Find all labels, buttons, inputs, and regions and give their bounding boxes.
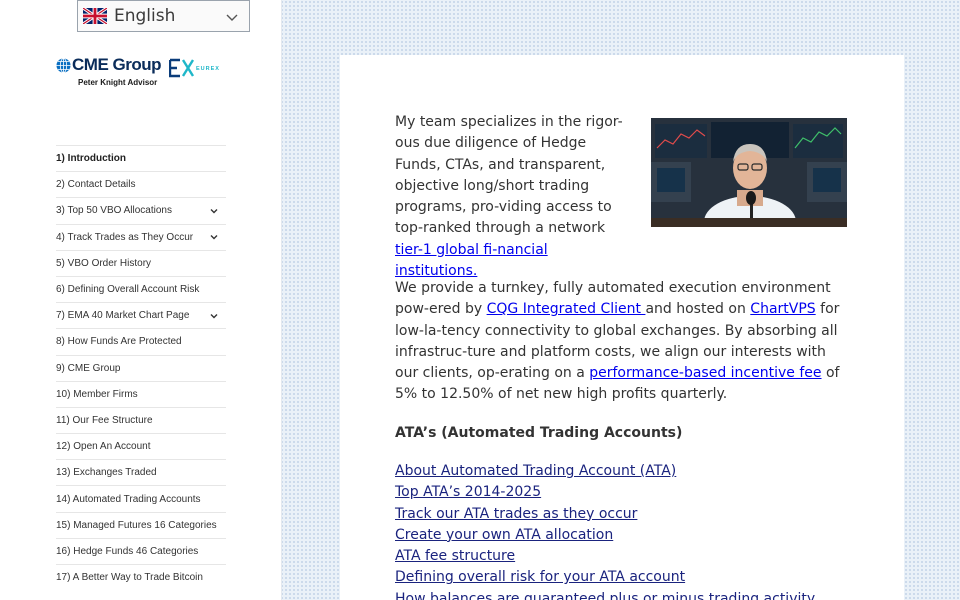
sidebar-nav-item[interactable]: 16) Hedge Funds 46 Categories xyxy=(56,537,226,564)
sidebar-nav-item-label: 6) Defining Overall Account Risk xyxy=(56,284,200,296)
sidebar-nav-item-label: 3) Top 50 VBO Allocations xyxy=(56,205,172,217)
language-label: English xyxy=(114,6,176,26)
ata-link[interactable]: Track our ATA trades as they occur xyxy=(395,506,637,522)
ata-link-row: How balances are guaranteed plus or minu… xyxy=(395,589,851,600)
sidebar-nav-item[interactable]: 6) Defining Overall Account Risk xyxy=(56,275,226,302)
sidebar-nav-item[interactable]: 1) Introduction xyxy=(56,145,226,171)
tier1-institutions-link[interactable]: tier-1 global fi-nancial institutions. xyxy=(395,242,548,279)
ata-link[interactable]: ATA fee structure xyxy=(395,548,515,564)
ata-link-row: About Automated Trading Account (ATA) xyxy=(395,461,851,482)
ata-link[interactable]: Create your own ATA allocation xyxy=(395,527,613,543)
ata-link-row: Create your own ATA allocation xyxy=(395,525,851,546)
submenu-toggle-chevron-icon[interactable] xyxy=(204,306,224,326)
sidebar-nav-item[interactable]: 3) Top 50 VBO Allocations xyxy=(56,197,226,223)
intro-paragraph: My team specializes in the rigor-ous due… xyxy=(395,112,633,282)
cqg-link[interactable]: CQG Integrated Client xyxy=(487,301,646,317)
uk-flag-icon xyxy=(83,8,107,24)
sidebar-nav-item[interactable]: 13) Exchanges Traded xyxy=(56,459,226,485)
sidebar-nav-item-label: 10) Member Firms xyxy=(56,388,138,400)
sidebar-nav-item[interactable]: 4) Track Trades as They Occur xyxy=(56,223,226,250)
eurex-logo-icon: EUREX xyxy=(169,58,220,78)
sidebar-nav-item-label: 13) Exchanges Traded xyxy=(56,467,157,479)
sidebar-nav-item[interactable]: 12) Open An Account xyxy=(56,433,226,459)
eurex-logo-text: EUREX xyxy=(196,66,220,72)
intro-text: My team specializes in the rigor-ous due… xyxy=(395,114,623,237)
sidebar-nav-item-label: 16) Hedge Funds 46 Categories xyxy=(56,545,199,557)
ata-heading: ATA’s (Automated Trading Accounts) xyxy=(395,425,683,441)
sidebar-nav-item[interactable]: 7) EMA 40 Market Chart Page xyxy=(56,302,226,328)
incentive-fee-link[interactable]: performance-based incentive fee xyxy=(589,365,821,381)
sidebar-nav-item-label: 1) Introduction xyxy=(56,153,126,165)
sidebar-nav-item-label: 4) Track Trades as They Occur xyxy=(56,231,194,243)
main-content-card: My team specializes in the rigor-ous due… xyxy=(340,55,904,600)
sidebar-nav-item[interactable]: 14) Automated Trading Accounts xyxy=(56,485,226,511)
ata-link-row: ATA fee structure xyxy=(395,546,851,567)
advisor-subtitle: Peter Knight Advisor xyxy=(78,78,158,87)
sidebar-nav-item-label: 8) How Funds Are Protected xyxy=(56,336,182,348)
submenu-toggle-chevron-icon[interactable] xyxy=(204,227,224,247)
sidebar-nav: 1) Introduction 2) Contact Details 3) Top … xyxy=(56,145,226,590)
sidebar-nav-item-label: 15) Managed Futures 16 Categories xyxy=(56,519,217,531)
sidebar-nav-item-label: 14) Automated Trading Accounts xyxy=(56,493,201,505)
cme-globe-icon xyxy=(56,58,71,73)
sidebar-nav-item[interactable]: 2) Contact Details xyxy=(56,171,226,197)
cme-group-logo-text: CME Group xyxy=(72,55,162,74)
turnkey-text-b: and hosted on xyxy=(645,301,751,318)
sidebar-nav-item-label: 12) Open An Account xyxy=(56,441,151,453)
sidebar-nav-item[interactable]: 10) Member Firms xyxy=(56,380,226,407)
sidebar-nav-item-label: 2) Contact Details xyxy=(56,179,136,191)
chartvps-link[interactable]: ChartVPS xyxy=(750,301,815,317)
sidebar-nav-item-label: 17) A Better Way to Trade Bitcoin xyxy=(56,572,203,584)
ata-links-list: About Automated Trading Account (ATA) To… xyxy=(395,461,851,600)
sidebar-nav-item-label: 9) CME Group xyxy=(56,362,121,374)
ata-link[interactable]: Defining overall risk for your ATA accou… xyxy=(395,569,685,585)
sidebar-nav-item[interactable]: 5) VBO Order History xyxy=(56,249,226,276)
language-selector[interactable]: English xyxy=(77,0,250,32)
sidebar-nav-item[interactable]: 8) How Funds Are Protected xyxy=(56,328,226,354)
ata-link-row: Top ATA’s 2014-2025 xyxy=(395,482,851,503)
sidebar-nav-item-label: 7) EMA 40 Market Chart Page xyxy=(56,310,190,322)
ata-link-row: Defining overall risk for your ATA accou… xyxy=(395,567,851,588)
ata-link[interactable]: About Automated Trading Account (ATA) xyxy=(395,463,676,479)
sidebar-nav-item[interactable]: 9) CME Group xyxy=(56,354,226,381)
sidebar-nav-item[interactable]: 11) Our Fee Structure xyxy=(56,406,226,433)
sidebar-nav-item[interactable]: 15) Managed Futures 16 Categories xyxy=(56,511,226,538)
sidebar-nav-item[interactable]: 17) A Better Way to Trade Bitcoin xyxy=(56,564,226,590)
site-logo[interactable]: CME Group Peter Knight Advisor EUREX xyxy=(56,55,226,92)
sidebar-nav-item-label: 5) VBO Order History xyxy=(56,257,152,269)
sidebar-nav-item-label: 11) Our Fee Structure xyxy=(56,414,153,426)
ata-link[interactable]: Top ATA’s 2014-2025 xyxy=(395,484,541,500)
ata-link[interactable]: How balances are guaranteed plus or minu… xyxy=(395,591,815,600)
ata-link-row: Track our ATA trades as they occur xyxy=(395,504,851,525)
advisor-photo xyxy=(651,118,847,227)
sidebar: English CME Group Peter Knight Advisor E… xyxy=(0,0,282,600)
submenu-toggle-chevron-icon[interactable] xyxy=(204,201,224,221)
chevron-down-icon xyxy=(225,10,239,24)
turnkey-paragraph: We provide a turnkey, fully automated ex… xyxy=(395,278,851,406)
